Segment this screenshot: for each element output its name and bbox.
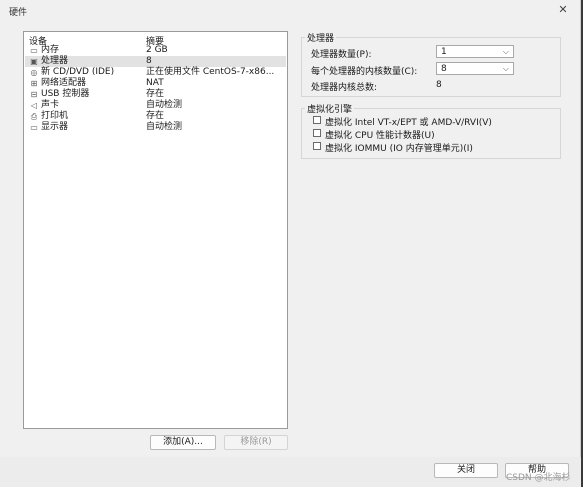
vt-x-checkbox[interactable]: [313, 116, 321, 124]
device-name: 声卡: [41, 100, 60, 110]
total-cores-value: 8: [436, 80, 442, 90]
device-summary: 正在使用文件 CentOS-7-x86...: [146, 67, 275, 77]
iommu-label[interactable]: 虚拟化 IOMMU (IO 内存管理单元)(I): [325, 141, 473, 154]
watermark: CSDN @北海杉: [506, 473, 571, 483]
device-row-cd-dvd[interactable]: ◎ 新 CD/DVD (IDE) 正在使用文件 CentOS-7-x86...: [25, 67, 286, 78]
device-name: USB 控制器: [41, 89, 90, 99]
speaker-icon: ◁: [30, 101, 38, 110]
add-device-button[interactable]: 添加(A)...: [150, 435, 216, 450]
device-row-printer[interactable]: ⎙ 打印机 存在: [25, 111, 286, 122]
processor-count-value: 1: [441, 47, 447, 57]
device-row-sound-card[interactable]: ◁ 声卡 自动检测: [25, 100, 286, 111]
device-summary: 8: [146, 56, 152, 66]
device-name: 网络适配器: [41, 78, 87, 88]
processor-count-select[interactable]: 1 ⌵: [436, 45, 514, 58]
device-summary: 自动检测: [146, 100, 183, 110]
cpu-counters-checkbox[interactable]: [313, 129, 321, 137]
device-summary: 自动检测: [146, 122, 183, 132]
close-button[interactable]: 关闭: [434, 463, 498, 478]
network-adapter-icon: ⊞: [30, 79, 38, 88]
device-name: 处理器: [41, 56, 69, 66]
cpu-counters-label[interactable]: 虚拟化 CPU 性能计数器(U): [325, 128, 435, 141]
chevron-down-icon: ⌵: [502, 47, 509, 56]
device-summary: 存在: [146, 111, 165, 121]
device-row-memory[interactable]: ▭ 内存 2 GB: [25, 45, 286, 56]
device-name: 新 CD/DVD (IDE): [41, 67, 115, 77]
iommu-checkbox[interactable]: [313, 142, 321, 150]
cores-per-processor-value: 8: [441, 64, 447, 74]
device-row-usb-controller[interactable]: ⊟ USB 控制器 存在: [25, 89, 286, 100]
printer-icon: ⎙: [30, 112, 38, 121]
window-title: 硬件: [9, 8, 28, 18]
device-row-network-adapter[interactable]: ⊞ 网络适配器 NAT: [25, 78, 286, 89]
cores-per-processor-select[interactable]: 8 ⌵: [436, 62, 514, 75]
processor-count-label: 处理器数量(P):: [311, 50, 372, 60]
device-summary: NAT: [146, 78, 164, 88]
total-cores-label: 处理器内核总数:: [311, 83, 378, 93]
cores-per-processor-label: 每个处理器的内核数量(C):: [311, 67, 418, 77]
cpu-icon: ▣: [30, 57, 38, 66]
processor-group-title: 处理器: [305, 31, 337, 44]
vt-x-label[interactable]: 虚拟化 Intel VT-x/EPT 或 AMD-V/RVI(V): [325, 115, 492, 128]
device-summary: 存在: [146, 89, 165, 99]
memory-icon: ▭: [30, 46, 38, 55]
device-summary: 2 GB: [146, 45, 168, 55]
hardware-dialog: 硬件 ✕ 设备 摘要 ▭ 内存 2 GB ▣ 处理器 8 ◎ 新 CD/DVD …: [0, 0, 581, 487]
device-name: 打印机: [41, 111, 69, 121]
cd-dvd-icon: ◎: [30, 68, 38, 77]
usb-icon: ⊟: [30, 90, 38, 99]
device-name: 显示器: [41, 122, 69, 132]
close-icon[interactable]: ✕: [553, 2, 573, 18]
remove-device-button[interactable]: 移除(R): [224, 435, 288, 450]
virtualization-group-title: 虚拟化引擎: [305, 102, 355, 115]
device-row-processor[interactable]: ▣ 处理器 8: [25, 56, 286, 67]
chevron-down-icon: ⌵: [502, 64, 509, 73]
title-bar: 硬件 ✕: [0, 0, 581, 20]
device-list: 设备 摘要 ▭ 内存 2 GB ▣ 处理器 8 ◎ 新 CD/DVD (IDE)…: [23, 31, 288, 429]
device-row-display[interactable]: ▭ 显示器 自动检测: [25, 122, 286, 133]
monitor-icon: ▭: [30, 123, 38, 132]
device-name: 内存: [41, 45, 60, 55]
